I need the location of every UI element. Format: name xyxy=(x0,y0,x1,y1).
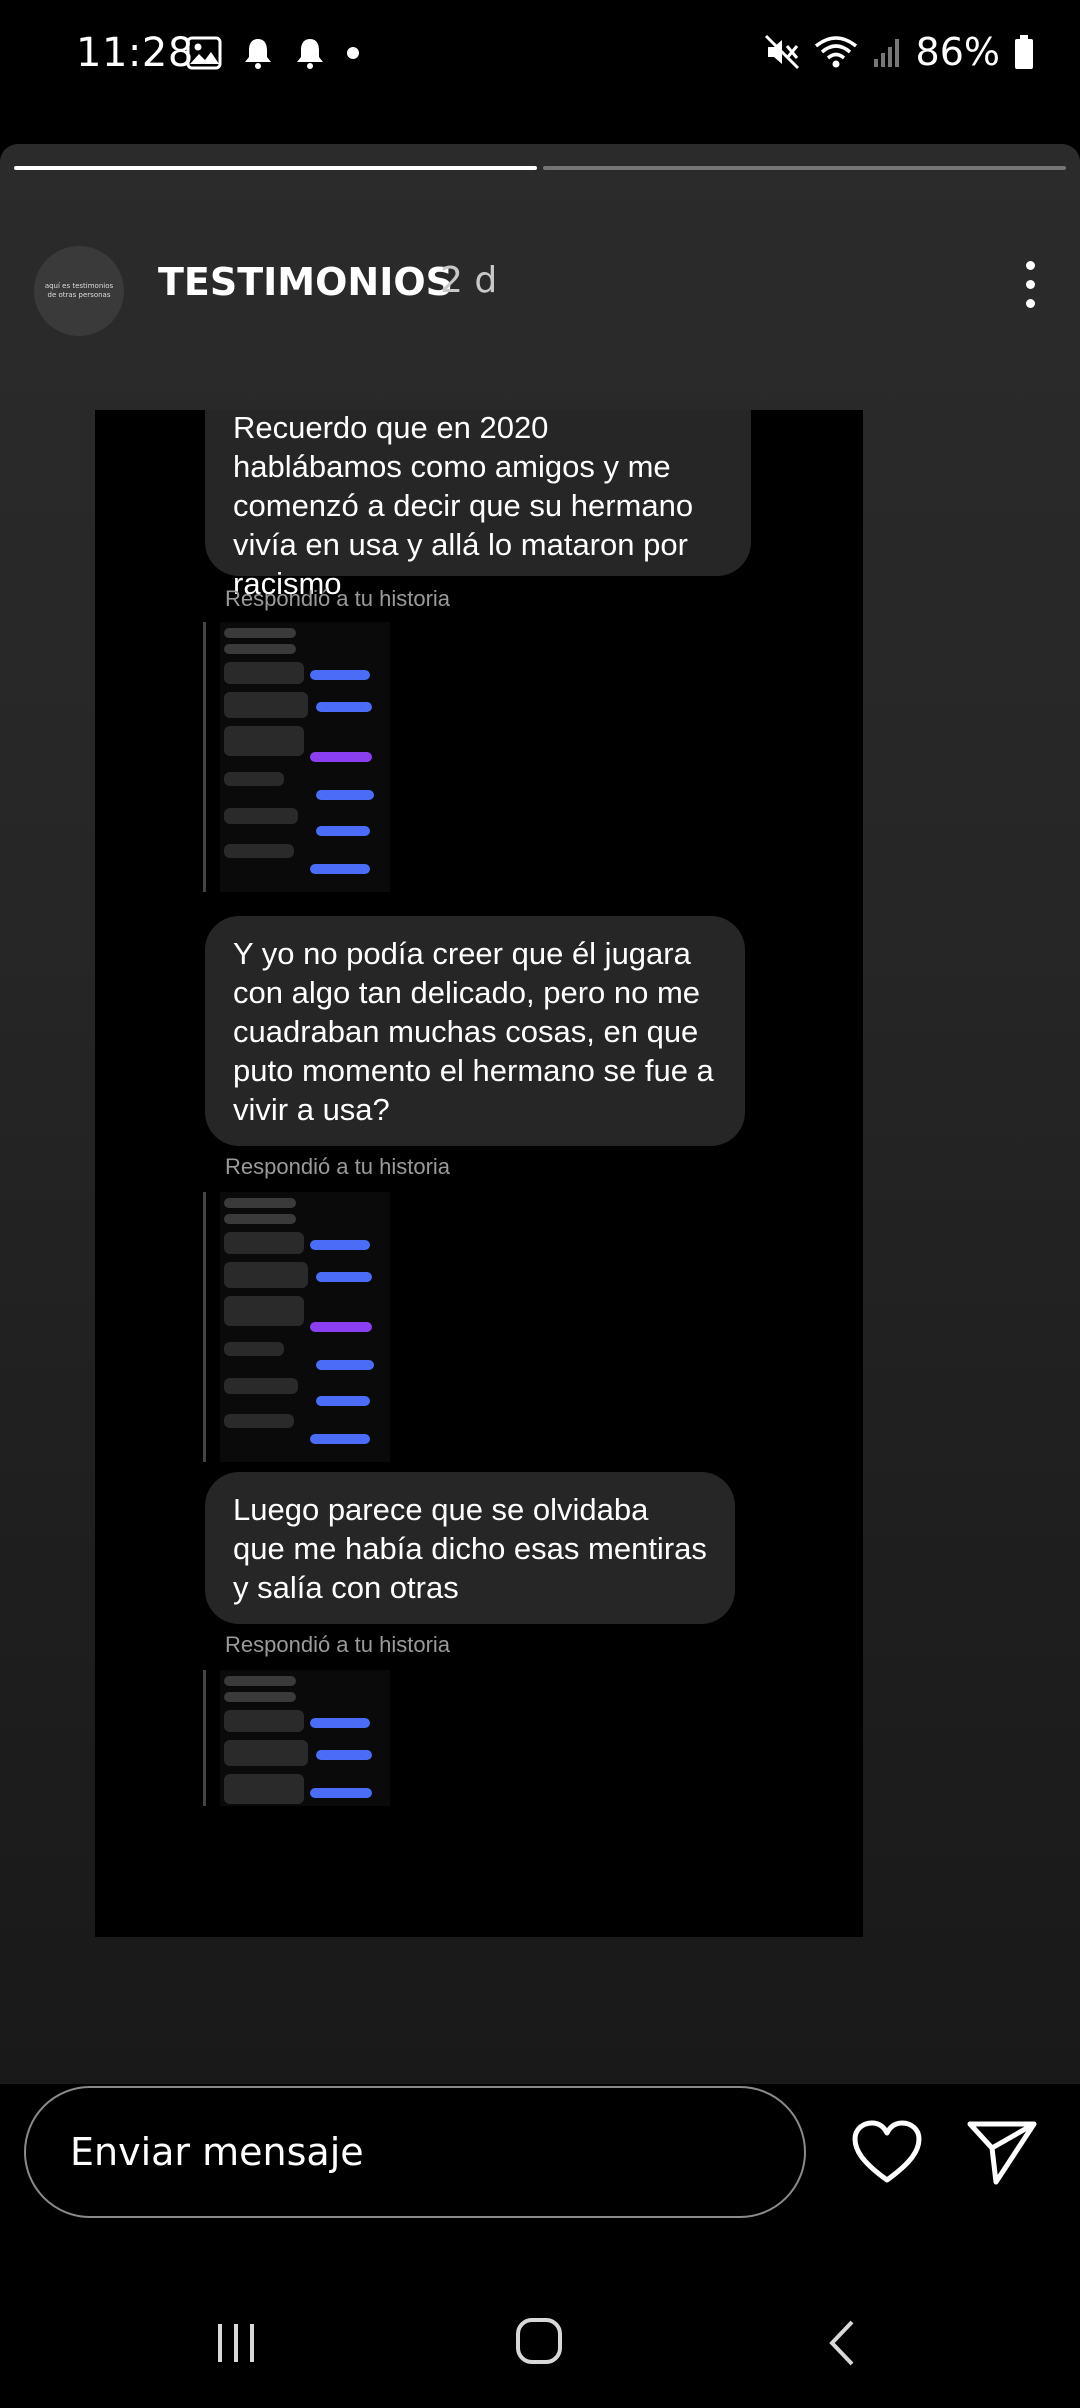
chat-screenshot-thumbnail xyxy=(220,1670,390,1806)
navigation-bar xyxy=(0,2300,1080,2408)
replied-label: Respondió a tu historia xyxy=(225,1632,451,1657)
message-text: Luego parece que se olvidaba que me habí… xyxy=(233,1492,707,1605)
message-text: Recuerdo que en 2020 hablábamos como ami… xyxy=(233,410,694,601)
message-bubble: Luego parece que se olvidaba que me habí… xyxy=(205,1472,735,1624)
signal-icon xyxy=(873,39,899,67)
send-message-input[interactable]: Enviar mensaje xyxy=(24,2086,806,2218)
notification-icons xyxy=(186,36,360,70)
message-bubble: Recuerdo que en 2020 hablábamos como ami… xyxy=(205,410,751,601)
message-bubble: Y yo no podía creer que él jugara con al… xyxy=(205,916,745,1146)
recents-icon[interactable] xyxy=(212,2320,260,2366)
more-dots-icon xyxy=(1025,279,1035,289)
story-progress xyxy=(14,166,1066,170)
more-options-button[interactable] xyxy=(1010,254,1050,314)
send-icon xyxy=(967,2121,1037,2185)
story-thumbnail xyxy=(203,1192,390,1462)
dot-icon xyxy=(347,47,359,59)
post-age: 2 d xyxy=(440,260,498,301)
send-message-placeholder: Enviar mensaje xyxy=(70,2130,364,2174)
wifi-icon xyxy=(814,36,857,68)
heart-icon xyxy=(852,2120,922,2183)
share-button[interactable] xyxy=(966,2118,1038,2188)
battery-icon xyxy=(1015,35,1033,69)
chat-screenshot-thumbnail xyxy=(220,622,390,892)
story-viewer[interactable]: aquí es testimonios de otras personas TE… xyxy=(0,144,1080,2084)
clock: 11:28 xyxy=(76,30,194,76)
back-icon[interactable] xyxy=(826,2318,858,2368)
progress-segment xyxy=(14,166,537,170)
status-bar: 11:28 86% xyxy=(0,0,1080,110)
story-header: aquí es testimonios de otras personas TE… xyxy=(0,194,1080,336)
progress-segment xyxy=(543,166,1066,170)
home-icon[interactable] xyxy=(514,2316,564,2366)
replied-label: Respondió a tu historia xyxy=(225,1154,451,1179)
message-text: Y yo no podía creer que él jugara con al… xyxy=(233,936,714,1127)
chat-screenshot-thumbnail xyxy=(220,1192,390,1462)
more-dots-icon xyxy=(1025,260,1035,270)
more-dots-icon xyxy=(1025,298,1035,308)
mute-icon xyxy=(764,34,799,70)
system-icons: 86% xyxy=(764,30,1034,74)
battery-percent: 86% xyxy=(915,30,1000,74)
like-button[interactable] xyxy=(852,2120,922,2186)
story-thumbnail xyxy=(203,622,390,892)
notification-bell-icon xyxy=(245,39,271,69)
notification-bell-icon xyxy=(297,39,323,69)
replied-label: Respondió a tu historia xyxy=(225,586,451,611)
avatar[interactable]: aquí es testimonios de otras personas xyxy=(34,246,124,336)
gallery-icon xyxy=(186,36,222,70)
username[interactable]: TESTIMONIOS xyxy=(158,260,453,304)
story-image: Recuerdo que en 2020 hablábamos como ami… xyxy=(95,410,863,1937)
story-thumbnail xyxy=(203,1670,390,1806)
